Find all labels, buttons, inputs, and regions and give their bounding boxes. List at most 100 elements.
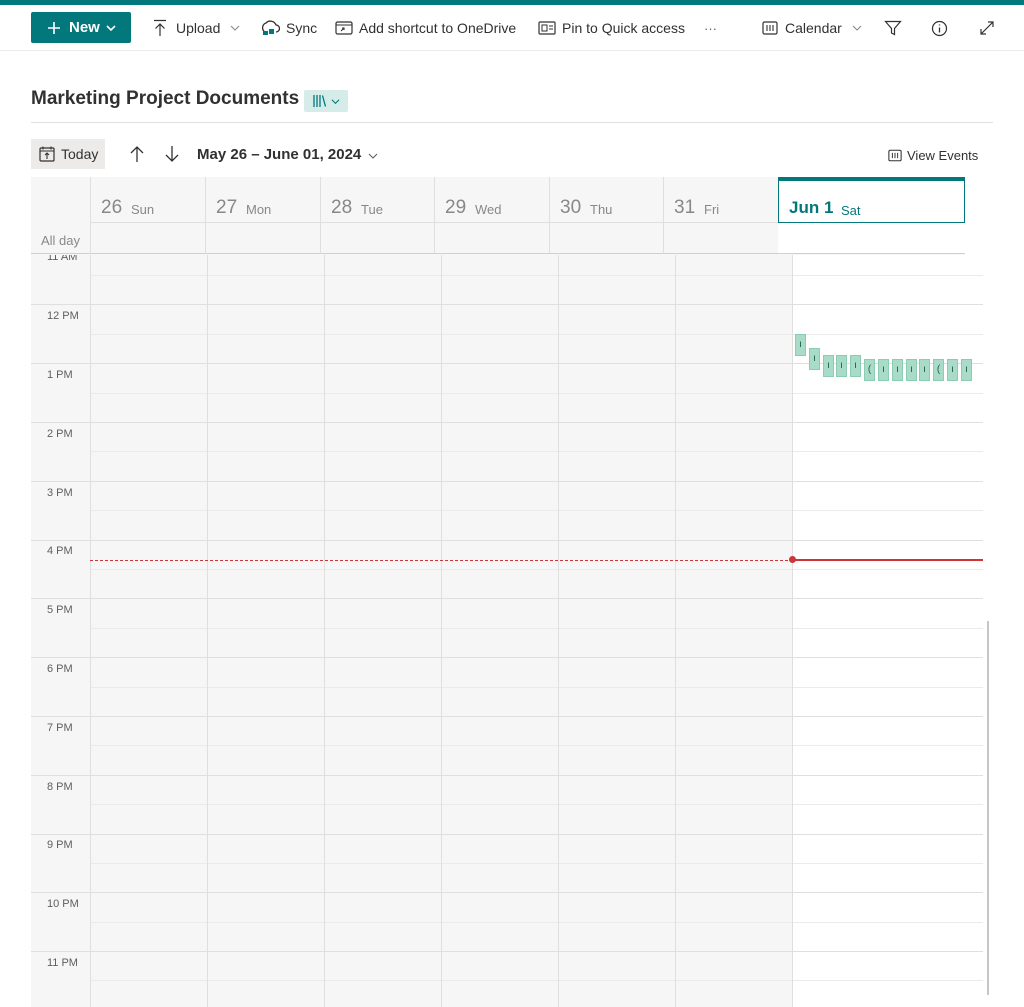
half-hour-line <box>90 628 983 629</box>
event-chip[interactable]: ( <box>933 359 944 381</box>
event-chip[interactable]: ı <box>795 334 806 356</box>
time-label: 6 PM <box>47 663 73 675</box>
all-day-cell[interactable] <box>434 223 549 254</box>
all-day-cell[interactable] <box>90 223 205 254</box>
half-hour-line <box>90 393 983 394</box>
day-header[interactable]: 26 Sun <box>90 177 205 223</box>
view-events-label: View Events <box>907 148 979 163</box>
all-day-cell[interactable] <box>320 223 434 254</box>
event-chip[interactable]: ( <box>864 359 875 381</box>
chevron-down-icon[interactable] <box>368 151 378 161</box>
half-hour-line <box>90 863 983 864</box>
event-chip[interactable]: ı <box>836 355 847 377</box>
day-number: 27 <box>216 197 238 218</box>
event-chip[interactable]: ı <box>878 359 889 381</box>
day-name: Thu <box>590 202 613 217</box>
day-number: 28 <box>331 197 353 218</box>
hour-line <box>31 304 983 305</box>
event-chip[interactable]: ı <box>906 359 917 381</box>
hour-line <box>31 598 983 599</box>
time-label: 5 PM <box>47 604 73 616</box>
day-header[interactable]: 27 Mon <box>205 177 320 223</box>
column-divider <box>792 255 793 1007</box>
time-grid[interactable]: 11 AM 12 PM 1 PM 2 PM 3 PM 4 PM 5 PM 6 P… <box>31 255 983 1007</box>
day-number: Jun 1 <box>789 198 834 217</box>
half-hour-line <box>90 275 983 276</box>
half-hour-line <box>90 451 983 452</box>
time-label: 2 PM <box>47 428 73 440</box>
time-label: 1 PM <box>47 369 73 381</box>
time-label: 7 PM <box>47 722 73 734</box>
add-shortcut-label: Add shortcut to OneDrive <box>359 20 517 36</box>
day-number: 31 <box>674 197 696 218</box>
info-button[interactable] <box>931 13 948 43</box>
pin-quick-access-button[interactable]: Pin to Quick access <box>538 13 685 43</box>
shortcut-icon <box>335 21 353 35</box>
calendar-view-icon <box>888 149 902 162</box>
all-day-cell-today[interactable] <box>778 223 965 254</box>
library-view-switcher[interactable] <box>304 90 348 112</box>
past-days-background <box>31 255 792 1007</box>
all-day-cell[interactable] <box>205 223 320 254</box>
event-chip[interactable]: ı <box>961 359 972 381</box>
day-header[interactable]: 29 Wed <box>434 177 549 223</box>
all-day-cell[interactable] <box>663 223 778 254</box>
day-header[interactable]: 30 Thu <box>549 177 663 223</box>
library-icon <box>313 95 327 107</box>
sync-button[interactable]: Sync <box>260 13 317 43</box>
command-bar: New Upload Sync Add shortcut to OneDrive… <box>0 5 1024 51</box>
view-events-button[interactable]: View Events <box>888 148 978 163</box>
today-button[interactable]: Today <box>31 139 105 169</box>
upload-label: Upload <box>176 20 221 36</box>
day-header[interactable]: 28 Tue <box>320 177 434 223</box>
day-header[interactable]: 31 Fri <box>663 177 778 223</box>
event-chip[interactable]: ı <box>850 355 861 377</box>
event-chip[interactable]: ı <box>919 359 930 381</box>
column-divider <box>207 255 208 1007</box>
time-label: 11 PM <box>47 957 78 969</box>
hour-line <box>31 657 983 658</box>
hour-line <box>31 834 983 835</box>
view-selector[interactable]: Calendar <box>762 13 862 43</box>
upload-button[interactable]: Upload <box>152 13 240 43</box>
add-shortcut-button[interactable]: Add shortcut to OneDrive <box>335 13 516 43</box>
next-week-arrow-icon[interactable] <box>163 145 181 163</box>
column-divider <box>324 255 325 1007</box>
half-hour-line <box>90 334 983 335</box>
previous-week-arrow-icon[interactable] <box>128 145 146 163</box>
column-divider <box>558 255 559 1007</box>
column-divider <box>441 255 442 1007</box>
date-range-label[interactable]: May 26 – June 01, 2024 <box>197 146 361 163</box>
new-button[interactable]: New <box>31 12 131 43</box>
new-button-label: New <box>69 19 100 36</box>
day-number: 29 <box>445 197 467 218</box>
more-options-button[interactable]: ··· <box>704 13 717 43</box>
event-chip[interactable]: ı <box>809 348 820 370</box>
day-name: Sun <box>131 202 155 217</box>
vertical-scrollbar[interactable] <box>987 621 989 995</box>
half-hour-line <box>90 745 983 746</box>
calendar-today-icon <box>39 146 55 162</box>
event-chip[interactable]: ı <box>892 359 903 381</box>
view-selector-label: Calendar <box>785 20 842 36</box>
filter-icon <box>884 20 902 36</box>
sync-icon <box>261 20 280 35</box>
pin-label: Pin to Quick access <box>562 20 685 36</box>
expand-button[interactable] <box>979 13 995 43</box>
event-chip[interactable]: ı <box>947 359 958 381</box>
day-number: 30 <box>560 197 582 218</box>
time-label: 4 PM <box>47 545 73 557</box>
all-day-cell[interactable] <box>549 223 663 254</box>
time-label: 12 PM <box>47 310 79 322</box>
today-label: Today <box>61 146 99 162</box>
upload-icon <box>154 19 166 36</box>
time-label: 11 AM <box>47 255 78 263</box>
all-day-label-cell <box>31 223 90 254</box>
today-day-header[interactable]: Jun 1 Sat <box>778 177 965 223</box>
page-title: Marketing Project Documents <box>31 88 300 109</box>
event-chip[interactable]: ı <box>823 355 834 377</box>
hour-line <box>31 422 983 423</box>
hour-line <box>31 540 983 541</box>
filter-button[interactable] <box>884 13 902 43</box>
title-divider <box>31 122 993 123</box>
